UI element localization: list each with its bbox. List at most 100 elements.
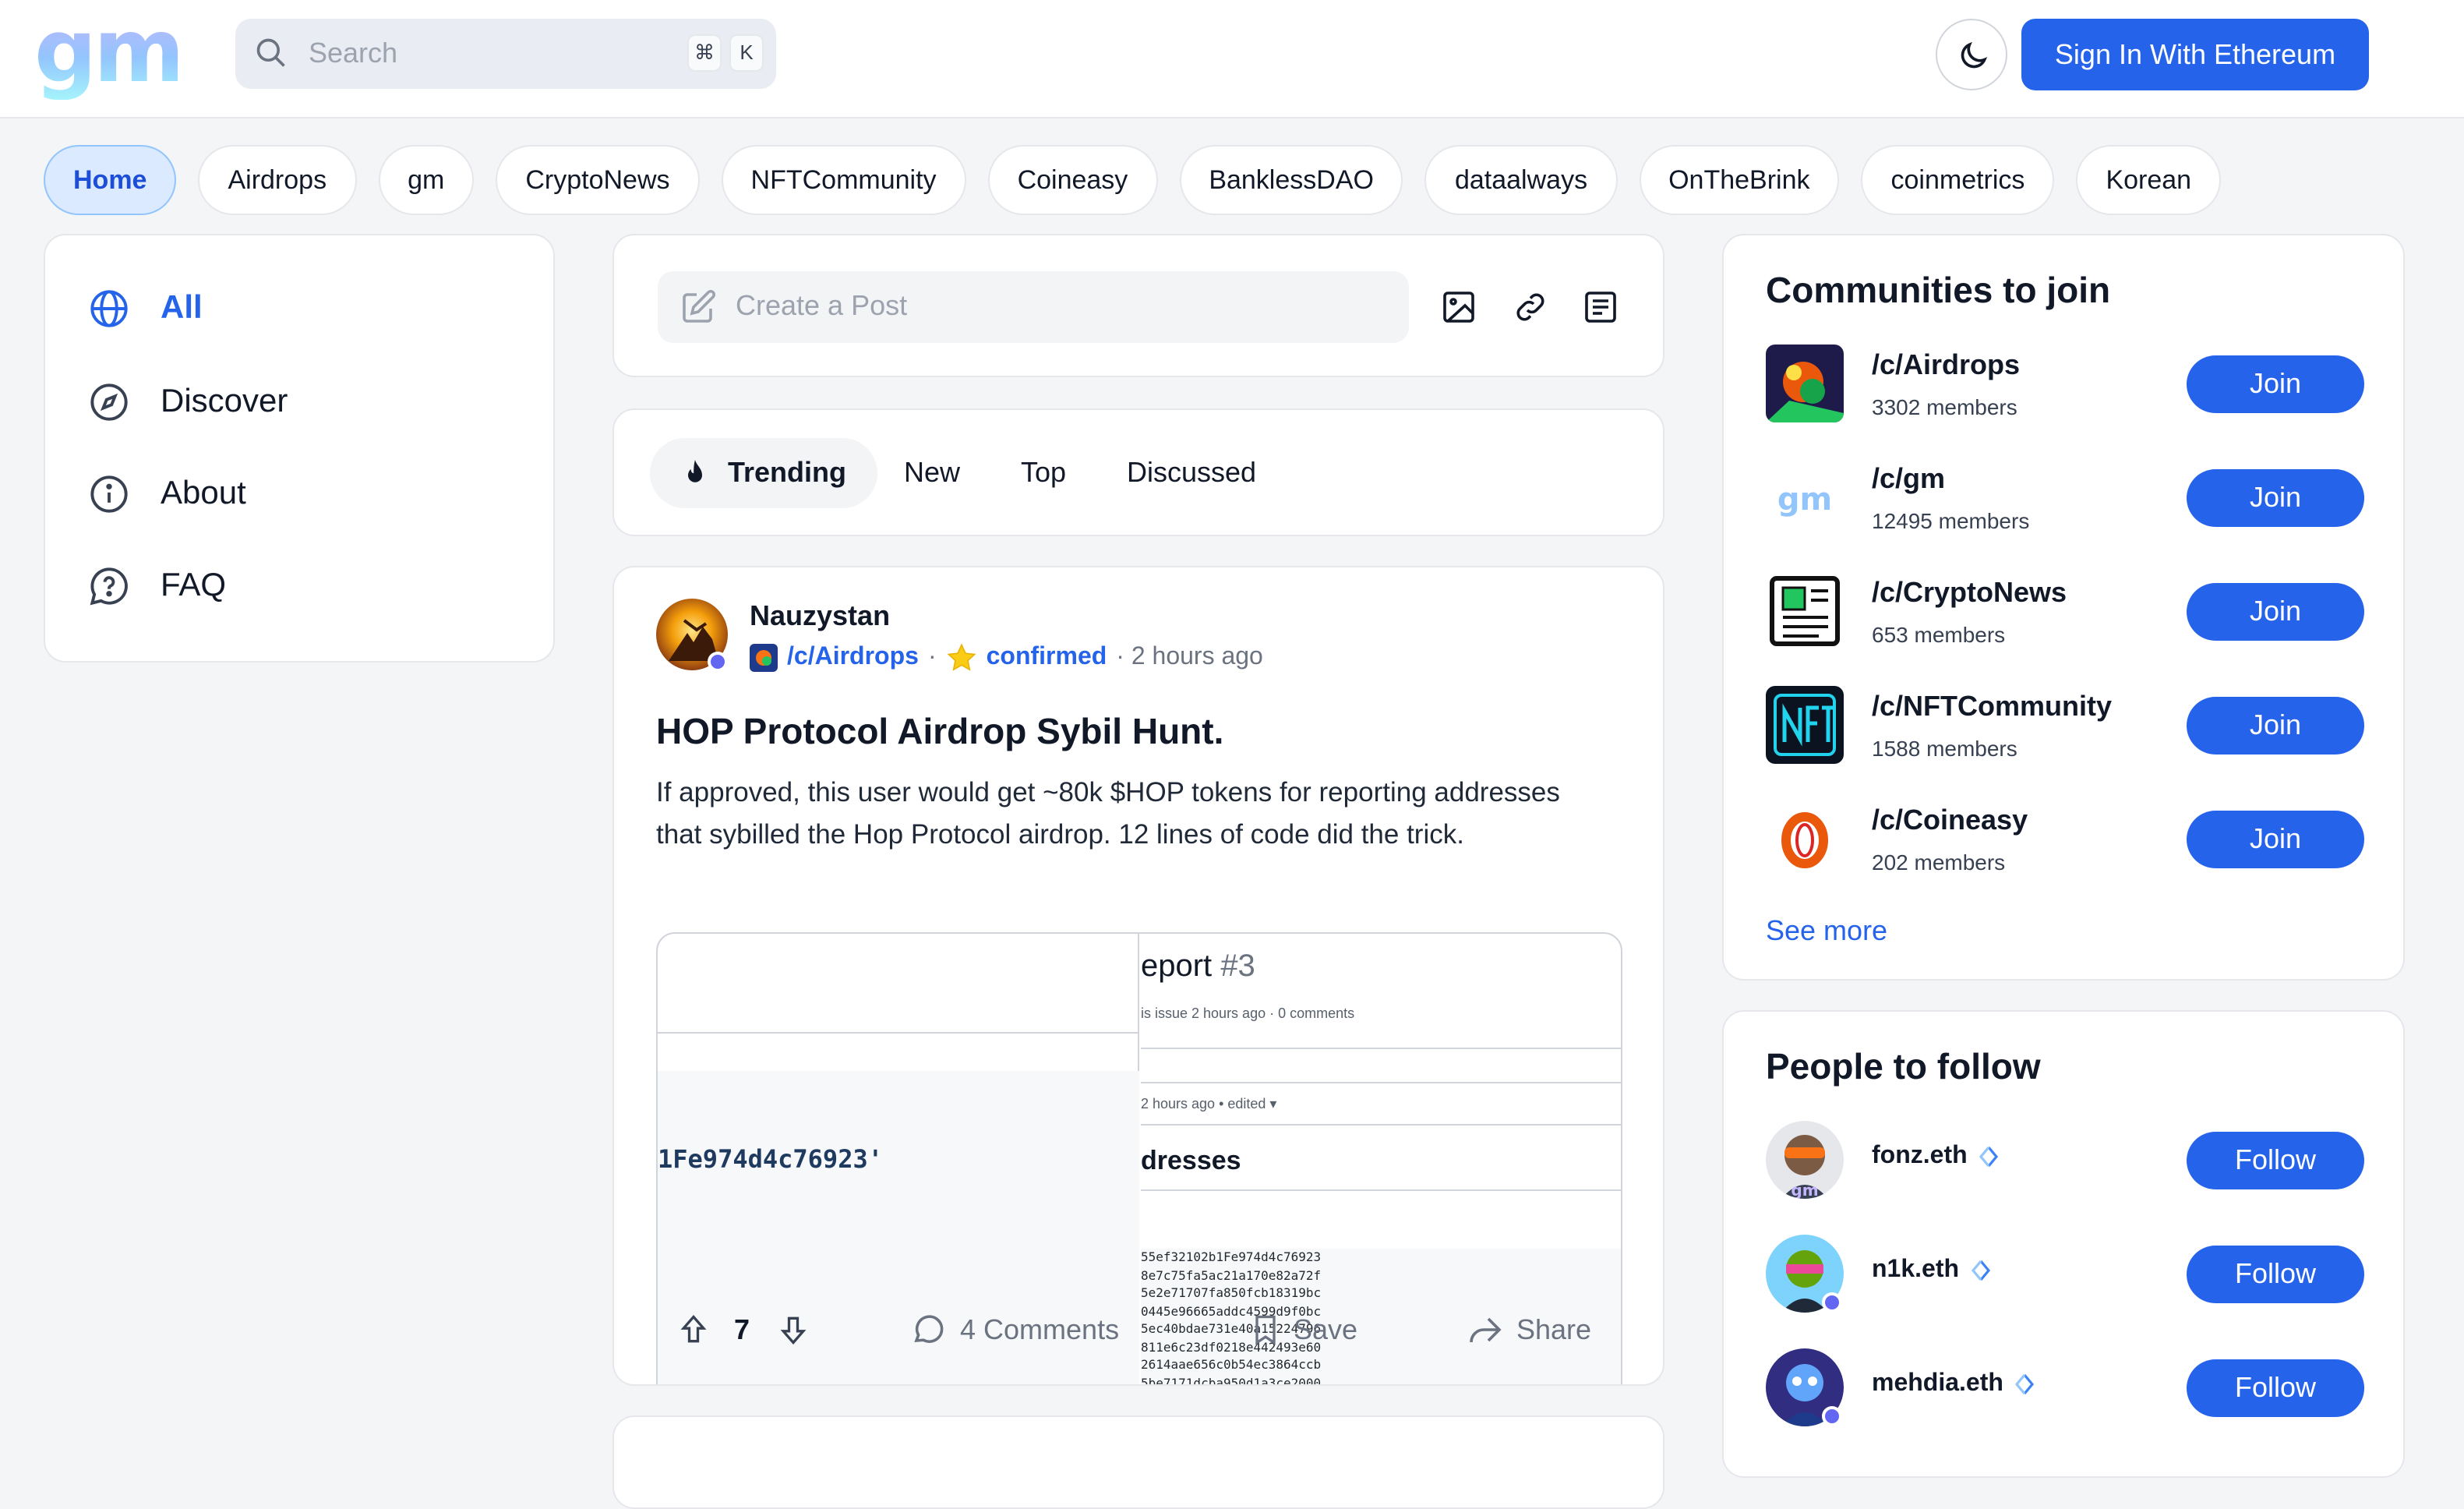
- ens-badge-icon: [1979, 1146, 1999, 1168]
- left-nav: All Discover About FAQ: [44, 234, 555, 663]
- community-name[interactable]: /c/Coineasy: [1872, 804, 2028, 837]
- post-actions: 7 4 Comments Save Share: [614, 1306, 1663, 1353]
- post-body: If approved, this user would get ~80k $H…: [656, 776, 1560, 849]
- join-button[interactable]: Join: [2187, 583, 2364, 641]
- community-avatar[interactable]: [1766, 800, 1844, 878]
- create-post-card: Create a Post: [612, 234, 1664, 377]
- tag-coineasy[interactable]: Coineasy: [987, 145, 1158, 215]
- tag-onthebrink[interactable]: OnTheBrink: [1639, 145, 1840, 215]
- community-members: 202 members: [1872, 850, 2006, 875]
- share-icon: [1470, 1317, 1502, 1343]
- arrow-up-icon: [680, 1314, 707, 1343]
- nav-item-about[interactable]: About: [89, 471, 246, 518]
- moon-icon: [1961, 41, 1988, 69]
- tag-nftcommunity[interactable]: NFTCommunity: [721, 145, 966, 215]
- link-icon[interactable]: [1512, 288, 1549, 326]
- comment-icon: [914, 1315, 944, 1343]
- person-row: n1k.eth Follow: [1766, 1235, 2364, 1316]
- tab-top[interactable]: Top: [1021, 438, 1066, 508]
- search-input[interactable]: Search: [309, 37, 397, 70]
- article-icon[interactable]: [1582, 288, 1619, 326]
- nav-item-all[interactable]: All: [89, 285, 203, 332]
- next-post-card: [612, 1415, 1664, 1509]
- follow-button[interactable]: Follow: [2187, 1132, 2364, 1189]
- community-avatar[interactable]: gm: [1766, 458, 1844, 536]
- community-avatar[interactable]: [1766, 345, 1844, 422]
- community-avatar[interactable]: [1766, 686, 1844, 764]
- join-button[interactable]: Join: [2187, 811, 2364, 868]
- post-title[interactable]: HOP Protocol Airdrop Sybil Hunt.: [656, 711, 1223, 753]
- nav-label: About: [161, 475, 246, 511]
- edit-icon: [683, 289, 716, 323]
- community-name[interactable]: /c/Airdrops: [1872, 349, 2020, 382]
- post-time: · 2 hours ago: [1116, 644, 1263, 670]
- community-tags-bar: Home Airdrops gm CryptoNews NFTCommunity…: [44, 145, 2222, 215]
- sort-tabs: Trending New Top Discussed: [612, 408, 1664, 536]
- tab-trending[interactable]: Trending: [650, 438, 877, 508]
- person-name[interactable]: mehdia.eth: [1872, 1370, 2038, 1398]
- svg-text:gm: gm: [1777, 482, 1832, 518]
- info-icon: [90, 475, 128, 513]
- community-row: /c/CryptoNews 653 members Join: [1766, 572, 2364, 653]
- nav-label: Discover: [161, 383, 288, 419]
- image-icon[interactable]: [1440, 288, 1477, 326]
- ens-badge-icon: [2015, 1373, 2035, 1395]
- join-button[interactable]: Join: [2187, 469, 2364, 527]
- community-row: /c/NFTCommunity 1588 members Join: [1766, 686, 2364, 767]
- share-button[interactable]: Share: [1467, 1306, 1591, 1353]
- svg-text:gm: gm: [1791, 1181, 1818, 1199]
- post-community-link[interactable]: /c/Airdrops: [787, 644, 919, 672]
- person-name[interactable]: n1k.eth: [1872, 1256, 1993, 1285]
- upvote-button[interactable]: [676, 1306, 711, 1353]
- nav-item-discover[interactable]: Discover: [89, 379, 288, 426]
- people-title: People to follow: [1766, 1046, 2041, 1087]
- follow-button[interactable]: Follow: [2187, 1359, 2364, 1417]
- search-bar[interactable]: Search ⌘ K: [235, 19, 776, 89]
- tag-coinmetrics[interactable]: coinmetrics: [1861, 145, 2055, 215]
- join-button[interactable]: Join: [2187, 355, 2364, 413]
- nav-label: All: [161, 290, 203, 326]
- shortcut-cmd-key: ⌘: [687, 34, 722, 72]
- tag-banklessdao[interactable]: BanklessDAO: [1179, 145, 1403, 215]
- create-post-input[interactable]: Create a Post: [658, 271, 1409, 343]
- community-avatar[interactable]: [1766, 572, 1844, 650]
- see-more-link[interactable]: See more: [1766, 915, 1887, 948]
- person-row: mehdia.eth Follow: [1766, 1348, 2364, 1429]
- downvote-button[interactable]: [776, 1306, 810, 1353]
- nav-item-faq[interactable]: FAQ: [89, 563, 226, 610]
- communities-card: Communities to join /c/Airdrops 3302 mem…: [1722, 234, 2405, 981]
- save-button[interactable]: Save: [1250, 1306, 1357, 1353]
- post-meta: /c/Airdrops · confirmed · 2 hours ago: [750, 641, 1263, 675]
- join-button[interactable]: Join: [2187, 697, 2364, 754]
- community-name[interactable]: /c/NFTCommunity: [1872, 691, 2112, 723]
- tag-gm[interactable]: gm: [378, 145, 475, 215]
- person-avatar[interactable]: gm: [1766, 1121, 1844, 1199]
- tag-korean[interactable]: Korean: [2076, 145, 2222, 215]
- tag-home[interactable]: Home: [44, 145, 177, 215]
- community-row: gm /c/gm 12495 members Join: [1766, 458, 2364, 539]
- fire-icon: [688, 460, 702, 482]
- globe-icon: [90, 290, 128, 327]
- post-author[interactable]: Nauzystan: [750, 600, 890, 633]
- tab-new[interactable]: New: [904, 438, 960, 508]
- image-hash-text: 1Fe974d4c76923': [658, 1144, 883, 1174]
- communities-title: Communities to join: [1766, 270, 2111, 310]
- person-name[interactable]: fonz.eth: [1872, 1143, 2002, 1171]
- top-header: gm Search ⌘ K Sign In With Ethereum: [0, 0, 2464, 118]
- vote-count: 7: [734, 1313, 750, 1345]
- bookmark-icon: [1255, 1315, 1276, 1345]
- follow-button[interactable]: Follow: [2187, 1246, 2364, 1303]
- comments-button[interactable]: 4 Comments: [910, 1306, 1119, 1353]
- verified-badge: [708, 652, 728, 672]
- tag-cryptonews[interactable]: CryptoNews: [496, 145, 700, 215]
- tag-dataalways[interactable]: dataalways: [1424, 145, 1618, 215]
- community-name[interactable]: /c/gm: [1872, 463, 1945, 496]
- sign-in-button[interactable]: Sign In With Ethereum: [2021, 19, 2369, 90]
- community-name[interactable]: /c/CryptoNews: [1872, 577, 2067, 610]
- tag-airdrops[interactable]: Airdrops: [198, 145, 357, 215]
- tab-discussed[interactable]: Discussed: [1127, 438, 1256, 508]
- arrow-down-icon: [780, 1316, 807, 1345]
- gm-logo[interactable]: gm: [34, 5, 185, 100]
- theme-toggle-button[interactable]: [1936, 19, 2007, 90]
- community-avatar-icon: [750, 644, 778, 672]
